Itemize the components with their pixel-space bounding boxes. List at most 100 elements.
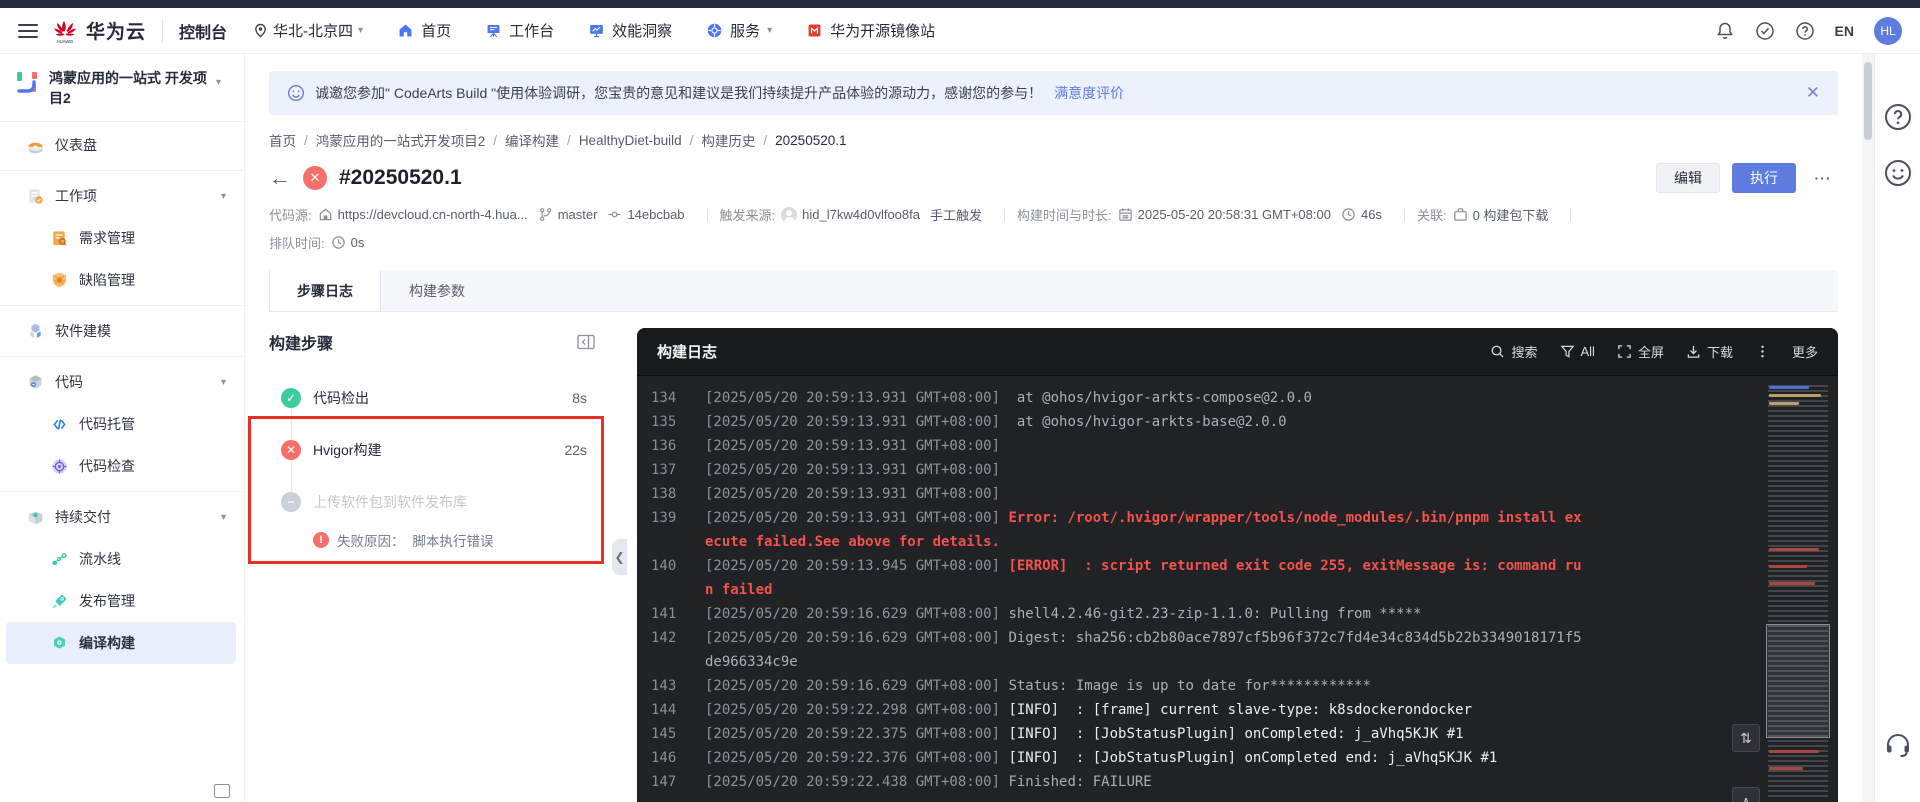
step-status-skipped-icon: −	[281, 492, 301, 512]
sidebar-item-流水线[interactable]: 流水线	[0, 538, 244, 580]
breadcrumb-separator: /	[689, 132, 694, 148]
banner-survey-link[interactable]: 满意度评价	[1054, 83, 1124, 103]
log-tool-下载[interactable]: 下载	[1686, 342, 1733, 361]
topbar-nav: 首页 工作台 效能洞察 服务 ▾ 华为开源镜像站	[397, 20, 935, 41]
breadcrumb-item-4[interactable]: HealthyDiet-build	[579, 133, 682, 148]
log-tool-All[interactable]: All	[1560, 344, 1595, 359]
log-line-144: 144 [2025/05/20 20:59:22.298 GMT+08:00] […	[651, 698, 1688, 722]
failure-reason-row: ! 失败原因： 脚本执行错误	[269, 530, 601, 550]
log-line-136: 136 [2025/05/20 20:59:13.931 GMT+08:00]	[651, 434, 1688, 458]
log-output[interactable]: 134 [2025/05/20 20:59:13.931 GMT+08:00] a…	[637, 376, 1838, 802]
breadcrumb-item-1[interactable]: 首页	[269, 130, 296, 150]
tasks-check-icon[interactable]	[1755, 21, 1775, 41]
notifications-bell-icon[interactable]	[1715, 21, 1735, 41]
workbench-icon	[485, 22, 502, 39]
breadcrumb-item-3[interactable]: 编译构建	[505, 130, 559, 150]
main-content: 诚邀您参加" CodeArts Build "使用体验调研，您宝贵的意见和建议是…	[245, 54, 1862, 802]
branch-name[interactable]: master	[558, 207, 598, 222]
minimap-mark	[1769, 565, 1807, 569]
calendar-icon	[1118, 208, 1132, 221]
sidebar-item-发布管理[interactable]: 发布管理	[0, 580, 244, 622]
log-line-141: 141 [2025/05/20 20:59:16.629 GMT+08:00] s…	[651, 602, 1688, 626]
sidebar-item-编译构建[interactable]: 编译构建	[6, 622, 236, 665]
page-scrollbar[interactable]	[1862, 54, 1874, 802]
topbar-item-1[interactable]: 首页	[397, 20, 451, 41]
log-tool-全屏[interactable]: 全屏	[1617, 342, 1664, 361]
sidebar-item-代码托管[interactable]: 代码托管	[0, 403, 244, 445]
more-actions-button[interactable]: ···	[1808, 163, 1838, 193]
topbar-item-5[interactable]: 华为开源镜像站	[806, 20, 935, 41]
topbar-item-4[interactable]: 服务 ▾	[706, 20, 772, 41]
minimap-viewport[interactable]	[1766, 624, 1830, 738]
search-icon	[1490, 344, 1505, 359]
steps-panel-toggle-handle[interactable]: ❮	[612, 539, 627, 575]
region-selector[interactable]: 华北-北京四 ▾	[253, 20, 363, 41]
build-step-Hvigor构建[interactable]: ✕ Hvigor构建 22s	[269, 424, 601, 476]
chevron-down-icon: ▾	[220, 190, 226, 202]
sidebar-item-缺陷管理[interactable]: 缺陷管理	[0, 259, 244, 301]
panel-collapse-icon[interactable]	[577, 334, 595, 350]
console-link[interactable]: 控制台	[179, 19, 227, 43]
feedback-smiley-icon[interactable]	[1883, 158, 1913, 188]
sidebar-item-持续交付[interactable]: 持续交付 ▾	[0, 496, 244, 538]
build-steps-panel: 构建步骤 ✓ 代码检出 8s ✕ Hvigor构建 22s − 上传软件包到软件发布库! 失败原…	[248, 312, 604, 802]
edit-button[interactable]: 编辑	[1656, 163, 1720, 193]
topbar-item-2[interactable]: 工作台	[485, 20, 554, 41]
step-status-error-icon: ✕	[281, 440, 301, 460]
log-follow-toggle-button[interactable]: ⇅	[1732, 724, 1760, 752]
help-circle-icon[interactable]	[1883, 102, 1913, 132]
user-avatar[interactable]: HL	[1874, 16, 1902, 45]
package-icon	[1453, 208, 1467, 221]
scrollbar-thumb[interactable]	[1864, 62, 1872, 140]
log-minimap[interactable]	[1766, 380, 1830, 801]
commit-id[interactable]: 14ebcbab	[627, 207, 684, 222]
tab-构建参数[interactable]: 构建参数	[381, 270, 493, 311]
log-tool-kebab[interactable]	[1755, 344, 1770, 359]
topbar-item-3[interactable]: 效能洞察	[588, 20, 672, 41]
breadcrumb-item-5[interactable]: 构建历史	[701, 130, 755, 150]
log-line-number: 147	[651, 774, 677, 790]
sidebar-item-软件建模[interactable]: 软件建模	[0, 310, 244, 352]
close-icon[interactable]: ✕	[1806, 83, 1820, 103]
run-button[interactable]: 执行	[1732, 163, 1796, 193]
breadcrumb-separator: /	[304, 132, 308, 148]
project-switcher[interactable]: 鸿蒙应用的一站式 开发项目2 ▾	[0, 54, 244, 123]
back-arrow-icon[interactable]: ←	[269, 167, 291, 189]
sidebar-item-仪表盘[interactable]: 仪表盘	[0, 124, 244, 166]
topbar-item-label: 服务	[730, 23, 761, 40]
relation-value[interactable]: 0 构建包下载	[1473, 205, 1549, 224]
build-step-代码检出[interactable]: ✓ 代码检出 8s	[269, 372, 601, 424]
log-line-number: 134	[651, 390, 677, 406]
trigger-type: 手工触发	[929, 208, 982, 223]
sidebar-item-label: 流水线	[79, 551, 121, 568]
step-label: 上传软件包到软件发布库	[313, 494, 467, 510]
steps-panel-title: 构建步骤	[269, 336, 334, 353]
sidebar-item-代码检查[interactable]: 代码检查	[0, 445, 244, 487]
huawei-cloud-logo[interactable]: HUAWEI 华为云	[52, 17, 146, 44]
support-headset-icon[interactable]	[1883, 730, 1913, 760]
help-icon[interactable]	[1795, 21, 1815, 41]
hamburger-menu-icon[interactable]	[18, 23, 38, 38]
chevron-down-icon: ▾	[358, 25, 364, 36]
log-line-140: 140 [2025/05/20 20:59:13.945 GMT+08:00] […	[651, 554, 1688, 602]
log-panel-title: 构建日志	[657, 344, 718, 361]
log-tool-更多[interactable]: 更多	[1792, 342, 1818, 361]
fullscreen-icon	[1617, 344, 1632, 359]
tab-步骤日志[interactable]: 步骤日志	[269, 270, 381, 311]
breadcrumb-separator: /	[763, 132, 768, 148]
minimap-mark	[1769, 386, 1809, 389]
chevron-down-icon: ▾	[220, 376, 226, 388]
scroll-to-top-button[interactable]: ∧	[1732, 787, 1760, 802]
log-tool-搜索[interactable]: 搜索	[1490, 342, 1538, 361]
kebab-icon	[1755, 344, 1770, 359]
repo-url[interactable]: https://devcloud.cn-north-4.hua...	[338, 207, 528, 222]
project-icon	[17, 72, 37, 93]
sidebar-item-需求管理[interactable]: 需求管理	[0, 217, 244, 259]
sidebar-item-代码[interactable]: 代码 ▾	[0, 361, 244, 403]
sidebar-collapse-icon[interactable]	[214, 784, 230, 798]
sidebar-item-工作项[interactable]: 工作项 ▾	[0, 175, 244, 217]
language-switcher[interactable]: EN	[1835, 23, 1854, 39]
breadcrumb-item-2[interactable]: 鸿蒙应用的一站式开发项目2	[316, 130, 486, 150]
log-line-number: 142	[651, 630, 677, 646]
build-step-上传软件包到软件发布库[interactable]: − 上传软件包到软件发布库	[269, 476, 601, 528]
